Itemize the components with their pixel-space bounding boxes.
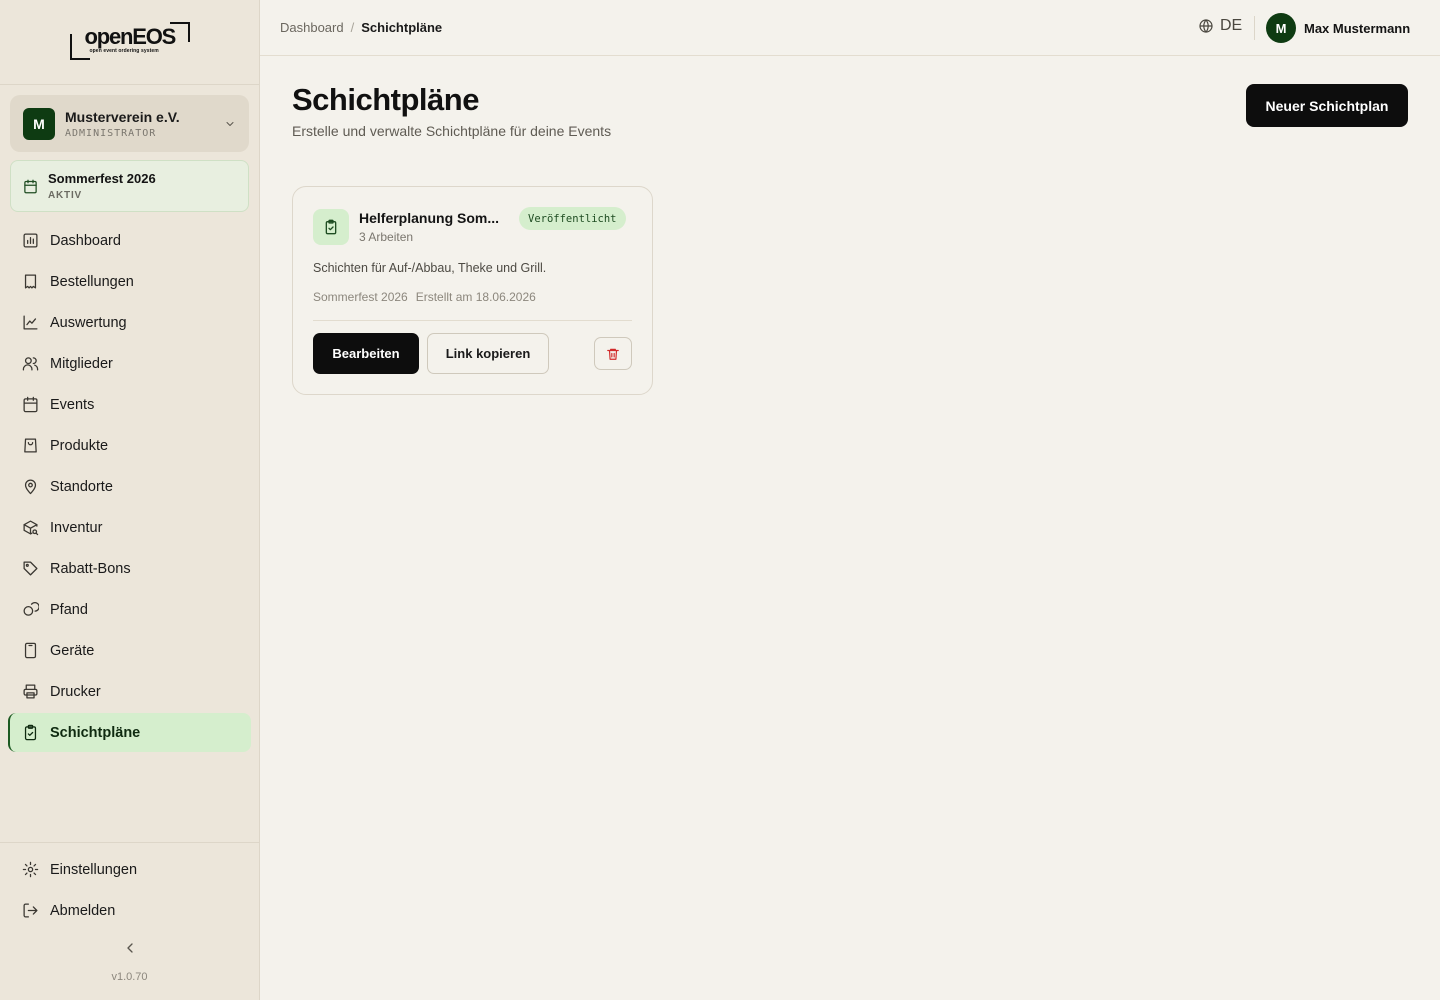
active-event-card[interactable]: Sommerfest 2026 AKTIV xyxy=(10,160,249,212)
nav-item-dashboard[interactable]: Dashboard xyxy=(8,221,251,260)
clipboard-check-icon xyxy=(325,219,337,235)
nav-label: Produkte xyxy=(50,437,109,454)
nav-item-rabatt-bons[interactable]: Rabatt-Bons xyxy=(8,549,251,588)
nav-label: Einstellungen xyxy=(50,861,138,878)
coins-icon xyxy=(23,602,39,616)
event-name: Sommerfest 2026 xyxy=(48,171,156,186)
nav-label: Pfand xyxy=(50,601,88,618)
logo-area: openEOS open event ordering system xyxy=(0,0,259,85)
card-divider xyxy=(313,320,632,321)
printer-icon xyxy=(23,684,38,699)
user-avatar: M xyxy=(1266,13,1296,43)
plan-event: Sommerfest 2026 xyxy=(313,290,408,304)
plan-meta: Sommerfest 2026 Erstellt am 18.06.2026 xyxy=(313,290,536,304)
nav-item-drucker[interactable]: Drucker xyxy=(8,672,251,711)
logo-tagline: open event ordering system xyxy=(89,48,159,54)
breadcrumb-separator: / xyxy=(350,20,355,35)
globe-icon xyxy=(1199,19,1213,33)
status-badge: Veröffentlicht xyxy=(519,207,626,230)
edit-button[interactable]: Bearbeiten xyxy=(313,333,419,374)
map-pin-icon xyxy=(24,479,37,495)
nav-label: Events xyxy=(50,396,95,413)
nav-item-produkte[interactable]: Produkte xyxy=(8,426,251,465)
receipt-icon xyxy=(24,274,37,289)
plan-job-count: 3 Arbeiten xyxy=(359,230,414,244)
nav-label: Standorte xyxy=(50,478,113,495)
users-icon xyxy=(22,357,39,371)
nav-label: Geräte xyxy=(50,642,95,659)
nav-label: Mitglieder xyxy=(50,355,113,372)
nav-item-auswertung[interactable]: Auswertung xyxy=(8,303,251,342)
nav-label: Dashboard xyxy=(50,232,121,249)
nav-label: Drucker xyxy=(50,683,101,700)
clipboard-check-icon xyxy=(24,724,37,741)
page-title: Schichtpläne xyxy=(292,82,479,117)
org-role: ADMINISTRATOR xyxy=(65,127,157,139)
nav-label: Rabatt-Bons xyxy=(50,560,131,577)
nav-item-events[interactable]: Events xyxy=(8,385,251,424)
delete-button[interactable] xyxy=(594,337,632,370)
top-bar: Dashboard / Schichtpläne DE M Max Muster… xyxy=(260,0,1440,56)
calendar-icon xyxy=(23,396,38,413)
org-name: Musterverein e.V. xyxy=(65,108,180,125)
header-divider xyxy=(1254,16,1255,40)
trash-icon xyxy=(607,348,619,360)
nav-label: Auswertung xyxy=(50,314,127,331)
nav-item-pfand[interactable]: Pfand xyxy=(8,590,251,629)
nav-item-abmelden[interactable]: Abmelden xyxy=(8,891,251,930)
plan-icon-box xyxy=(313,209,349,245)
nav-item-einstellungen[interactable]: Einstellungen xyxy=(8,850,251,889)
tablet-icon xyxy=(24,642,37,659)
plan-created: Erstellt am 18.06.2026 xyxy=(415,290,536,304)
shopping-bag-icon xyxy=(24,438,37,453)
language-switcher[interactable]: DE xyxy=(1198,17,1242,35)
plan-title: Helferplanung Som... xyxy=(359,210,500,226)
collapse-sidebar-icon[interactable] xyxy=(122,940,138,956)
chevron-down-icon xyxy=(226,121,234,126)
copy-link-button[interactable]: Link kopieren xyxy=(427,333,549,374)
nav-label: Schichtpläne xyxy=(50,724,141,741)
event-status: AKTIV xyxy=(48,190,82,201)
nav-item-bestellungen[interactable]: Bestellungen xyxy=(8,262,251,301)
trend-icon xyxy=(23,315,38,330)
gear-icon xyxy=(22,861,39,878)
page-subtitle: Erstelle und verwalte Schichtpläne für d… xyxy=(292,123,612,139)
calendar-icon xyxy=(24,179,37,193)
app-logo[interactable]: openEOS open event ordering system xyxy=(69,22,190,62)
nav-item-mitglieder[interactable]: Mitglieder xyxy=(8,344,251,383)
package-search-icon xyxy=(23,520,39,536)
new-shift-plan-button[interactable]: Neuer Schichtplan xyxy=(1246,84,1408,127)
chart-icon xyxy=(23,233,38,248)
breadcrumb-dashboard[interactable]: Dashboard xyxy=(280,20,344,35)
nav-item-geraete[interactable]: Geräte xyxy=(8,631,251,670)
app-version: v1.0.70 xyxy=(111,971,148,983)
nav-label: Inventur xyxy=(50,519,103,536)
nav-label: Abmelden xyxy=(50,902,116,919)
nav-item-inventur[interactable]: Inventur xyxy=(8,508,251,547)
plan-description: Schichten für Auf-/Abbau, Theke und Gril… xyxy=(313,261,547,275)
user-name: Max Mustermann xyxy=(1304,20,1411,36)
breadcrumb-current: Schichtpläne xyxy=(361,20,443,35)
tag-icon xyxy=(23,561,38,576)
user-menu[interactable]: M Max Mustermann xyxy=(1266,13,1410,43)
language-label: DE xyxy=(1220,17,1243,34)
sidebar-footer-nav: Einstellungen Abmelden xyxy=(0,842,259,932)
shift-plan-card: Helferplanung Som... 3 Arbeiten Veröffen… xyxy=(292,186,653,395)
sidebar: openEOS open event ordering system M Mus… xyxy=(0,0,260,1000)
nav-item-standorte[interactable]: Standorte xyxy=(8,467,251,506)
org-avatar: M xyxy=(23,107,55,140)
logo-wordmark: openEOS xyxy=(84,24,177,49)
main-nav: Dashboard Bestellungen Auswertung Mitgli… xyxy=(8,221,251,754)
nav-item-schichtplaene[interactable]: Schichtpläne xyxy=(8,713,251,752)
organization-switcher[interactable]: M Musterverein e.V. ADMINISTRATOR xyxy=(10,95,249,152)
nav-label: Bestellungen xyxy=(50,273,134,290)
logout-icon xyxy=(23,903,38,918)
breadcrumb: Dashboard / Schichtpläne xyxy=(280,20,442,35)
